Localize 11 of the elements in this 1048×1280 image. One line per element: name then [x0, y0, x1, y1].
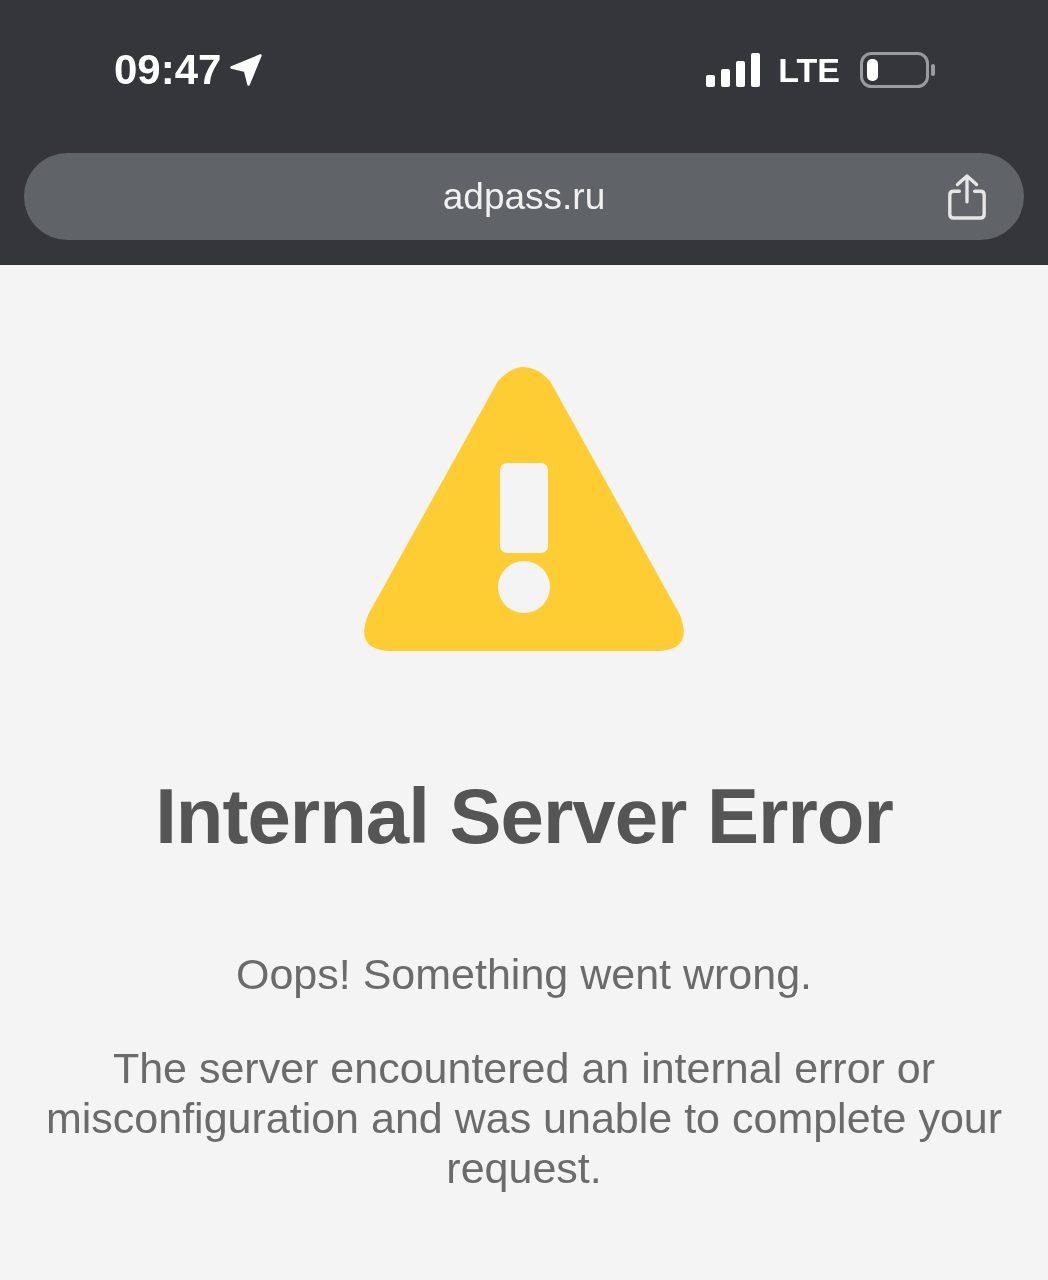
battery-icon	[860, 52, 936, 88]
address-bar[interactable]: adpass.ru	[24, 153, 1024, 240]
error-message: The server encountered an internal error or misconfiguration and was unable to complete your request.	[44, 1043, 1004, 1193]
error-title: Internal Server Error	[155, 771, 893, 862]
signal-icon	[706, 53, 761, 87]
network-type: LTE	[778, 50, 840, 90]
share-icon[interactable]	[946, 173, 988, 221]
clock-time: 09:47	[114, 46, 222, 94]
warning-icon	[362, 365, 686, 653]
location-arrow-icon	[229, 53, 264, 87]
error-subtitle: Oops! Something went wrong.	[236, 950, 812, 999]
